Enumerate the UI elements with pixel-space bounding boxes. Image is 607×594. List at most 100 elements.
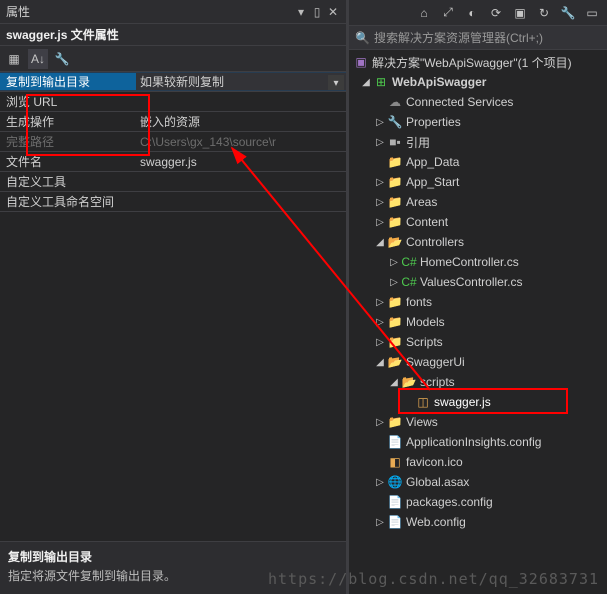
file-properties-subtitle: swagger.js 文件属性: [0, 24, 346, 46]
tree-label: Views: [406, 415, 438, 429]
dropdown-icon[interactable]: ▾: [294, 5, 308, 19]
prop-row-custom-tool-ns[interactable]: 自定义工具命名空间: [0, 192, 346, 212]
prop-value[interactable]: swagger.js: [136, 155, 346, 169]
caret-down-icon[interactable]: ◢: [373, 357, 387, 368]
prop-row-build-action[interactable]: 生成操作 嵌入的资源: [0, 112, 346, 132]
folder-icon: 📁: [387, 295, 403, 309]
caret-right-icon[interactable]: ▷: [373, 477, 387, 488]
caret-right-icon[interactable]: ▷: [387, 257, 401, 268]
caret-right-icon[interactable]: ▷: [373, 137, 387, 148]
prop-label: 文件名: [0, 153, 136, 170]
prop-label: 生成操作: [0, 113, 136, 130]
caret-down-icon[interactable]: ◢: [373, 237, 387, 248]
tree-item[interactable]: ▷ C# HomeController.cs: [349, 252, 607, 272]
wrench-icon[interactable]: 🔧: [52, 49, 72, 69]
caret-down-icon[interactable]: ◢: [387, 377, 401, 388]
config-icon: 📄: [387, 495, 403, 509]
caret-right-icon[interactable]: ▷: [387, 277, 401, 288]
caret-right-icon[interactable]: ▷: [373, 177, 387, 188]
home-icon[interactable]: ⌂: [415, 4, 433, 22]
tree-item[interactable]: ▷ 🌐 Global.asax: [349, 472, 607, 492]
tree-label: swagger.js: [434, 395, 491, 409]
references-icon: ■▪: [387, 135, 403, 149]
file-subtitle-text: swagger.js 文件属性: [6, 26, 119, 43]
project-node[interactable]: ◢ ⊞ WebApiSwagger: [349, 72, 607, 92]
collapse-icon[interactable]: ⤢: [439, 4, 457, 22]
folder-icon: 📁: [387, 175, 403, 189]
tree-item-controllers[interactable]: ◢ 📂 Controllers: [349, 232, 607, 252]
solution-icon: ▣: [353, 55, 369, 69]
prop-row-copy-to-output[interactable]: 复制到输出目录 如果较新则复制 ▾: [0, 72, 346, 92]
prop-row-filename[interactable]: 文件名 swagger.js: [0, 152, 346, 172]
tree-item[interactable]: ▷ 📁 Content: [349, 212, 607, 232]
back-icon[interactable]: ◐: [463, 4, 481, 22]
caret-right-icon[interactable]: ▷: [373, 517, 387, 528]
wrench-icon: 🔧: [387, 115, 403, 129]
tree-item-swaggerui[interactable]: ◢ 📂 SwaggerUi: [349, 352, 607, 372]
tree-label: packages.config: [406, 495, 493, 509]
tree-label: Scripts: [406, 335, 443, 349]
tree-label: App_Data: [406, 155, 459, 169]
prop-label: 自定义工具: [0, 173, 136, 190]
desc-title: 复制到输出目录: [8, 548, 338, 565]
tree-label: HomeController.cs: [420, 255, 519, 269]
chevron-down-icon[interactable]: ▾: [328, 75, 344, 90]
pin-icon[interactable]: ▯: [310, 5, 324, 19]
tree-item[interactable]: ▷ 📁 App_Start: [349, 172, 607, 192]
categorized-icon[interactable]: ▦: [4, 49, 24, 69]
caret-right-icon[interactable]: ▷: [373, 197, 387, 208]
config-icon: 📄: [387, 435, 403, 449]
tree-item[interactable]: ▷ 📁 Views: [349, 412, 607, 432]
tree-label: Controllers: [406, 235, 464, 249]
tree-item[interactable]: ◧ favicon.ico: [349, 452, 607, 472]
caret-right-icon[interactable]: ▷: [373, 317, 387, 328]
tree-item[interactable]: ▷ 📁 fonts: [349, 292, 607, 312]
tree-item[interactable]: 📄 ApplicationInsights.config: [349, 432, 607, 452]
caret-right-icon[interactable]: ▷: [373, 417, 387, 428]
refresh-icon[interactable]: ↻: [535, 4, 553, 22]
search-box[interactable]: 🔍 搜索解决方案资源管理器(Ctrl+;): [349, 26, 607, 50]
preview-icon[interactable]: ▭: [583, 4, 601, 22]
caret-right-icon[interactable]: ▷: [373, 297, 387, 308]
close-icon[interactable]: ✕: [326, 5, 340, 19]
show-all-icon[interactable]: ▣: [511, 4, 529, 22]
prop-value: C:\Users\gx_143\source\r: [136, 135, 346, 149]
prop-value-text: 如果较新则复制: [140, 73, 224, 90]
tree-item[interactable]: ▷ C# ValuesController.cs: [349, 272, 607, 292]
folder-icon: 📁: [387, 215, 403, 229]
prop-row-full-path[interactable]: 完整路径 C:\Users\gx_143\source\r: [0, 132, 346, 152]
alphabetical-icon[interactable]: A↓: [28, 49, 48, 69]
tree-item[interactable]: ☁ Connected Services: [349, 92, 607, 112]
caret-right-icon[interactable]: ▷: [373, 217, 387, 228]
folder-icon: 📁: [387, 415, 403, 429]
cloud-icon: ☁: [387, 95, 403, 109]
csharp-icon: C#: [401, 255, 417, 269]
prop-row-browse-url[interactable]: 浏览 URL: [0, 92, 346, 112]
tree-item[interactable]: ▷ 📁 Areas: [349, 192, 607, 212]
prop-row-custom-tool[interactable]: 自定义工具: [0, 172, 346, 192]
prop-value[interactable]: 嵌入的资源: [136, 113, 346, 130]
tree-item[interactable]: 📁 App_Data: [349, 152, 607, 172]
tree-item[interactable]: ▷ 📁 Models: [349, 312, 607, 332]
tree-item[interactable]: 📄 packages.config: [349, 492, 607, 512]
tree-item-swagger-js[interactable]: ◫ swagger.js: [349, 392, 607, 412]
solution-node[interactable]: ▣ 解决方案"WebApiSwagger"(1 个项目): [349, 52, 607, 72]
tree-item-scripts-sub[interactable]: ◢ 📂 scripts: [349, 372, 607, 392]
folder-open-icon: 📂: [387, 355, 403, 369]
tree-item[interactable]: ▷ 🔧 Properties: [349, 112, 607, 132]
tree-item[interactable]: ▷ 📁 Scripts: [349, 332, 607, 352]
caret-right-icon[interactable]: ▷: [373, 117, 387, 128]
tree-label: WebApiSwagger: [392, 75, 486, 89]
tree-label: Models: [406, 315, 445, 329]
tree-item[interactable]: ▷ 📄 Web.config: [349, 512, 607, 532]
caret-right-icon[interactable]: ▷: [373, 337, 387, 348]
search-placeholder: 搜索解决方案资源管理器(Ctrl+;): [374, 29, 543, 46]
js-file-icon: ◫: [415, 395, 431, 409]
caret-down-icon[interactable]: ◢: [359, 77, 373, 88]
tree-label: Areas: [406, 195, 437, 209]
prop-value[interactable]: 如果较新则复制 ▾: [136, 73, 346, 90]
sync-icon[interactable]: ⟳: [487, 4, 505, 22]
tree-label: Web.config: [406, 515, 466, 529]
properties-icon[interactable]: 🔧: [559, 4, 577, 22]
tree-item[interactable]: ▷ ■▪ 引用: [349, 132, 607, 152]
